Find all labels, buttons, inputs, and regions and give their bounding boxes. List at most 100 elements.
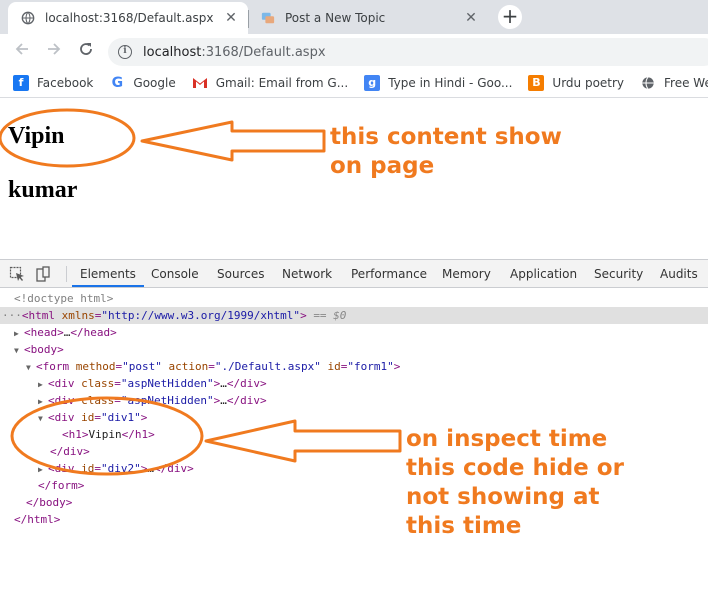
dom-node-doctype[interactable]: <!doctype html> xyxy=(0,290,708,307)
tab-post-topic[interactable]: Post a New Topic ✕ xyxy=(248,2,488,34)
annotation-top-line-1: this content show xyxy=(330,124,562,150)
inspect-element-icon[interactable] xyxy=(9,266,25,282)
site-info-icon[interactable]: i xyxy=(118,45,132,59)
dom-node-form[interactable]: ▼ <form method="post" action="./Default.a… xyxy=(0,358,708,375)
more-dots: ··· xyxy=(2,309,22,322)
url-text: localhost:3168/Default.aspx xyxy=(143,45,326,60)
tag-name: div xyxy=(54,462,75,475)
tab-security[interactable]: Security xyxy=(594,260,643,287)
ellipsis: … xyxy=(220,377,227,390)
tab-application[interactable]: Application xyxy=(510,260,577,287)
ellipsis: … xyxy=(220,394,227,407)
annotation-bottom-line-3: not showing at xyxy=(406,484,600,510)
blogger-icon: B xyxy=(528,74,545,91)
dom-node-div-hidden-1[interactable]: ▶ <div class="aspNetHidden">…</div> xyxy=(0,375,708,392)
bookmark-label: Urdu poetry xyxy=(552,75,625,90)
collapse-arrow-icon[interactable]: ▼ xyxy=(38,410,48,427)
globe-icon xyxy=(20,10,36,26)
attr-value: "form1" xyxy=(347,360,394,373)
attr-value: "./Default.aspx" xyxy=(214,360,321,373)
bookmark-google[interactable]: G Google xyxy=(109,75,176,91)
bookmark-label: Gmail: Email from G... xyxy=(215,75,349,90)
tag-name: h1 xyxy=(68,428,82,441)
tab-title: localhost:3168/Default.aspx xyxy=(45,11,214,25)
device-toolbar-icon[interactable] xyxy=(35,266,51,282)
close-tab-icon[interactable]: ✕ xyxy=(463,10,479,26)
annotation-bottom-line-2: this code hide or xyxy=(406,455,624,481)
dom-node-div-hidden-2[interactable]: ▶ <div class="aspNetHidden">…</div> xyxy=(0,392,708,409)
html-tag-name: html xyxy=(28,309,56,322)
back-arrow-icon[interactable] xyxy=(12,41,32,61)
tab-console[interactable]: Console xyxy=(151,260,199,287)
dom-node-html[interactable]: ···<html xmlns="http://www.w3.org/1999/x… xyxy=(0,307,708,324)
tab-audits[interactable]: Audits xyxy=(660,260,698,287)
bookmark-gmail[interactable]: Gmail: Email from G... xyxy=(192,75,348,91)
tag-name: div xyxy=(54,394,75,407)
ellipsis: … xyxy=(147,462,154,475)
toolbar-divider xyxy=(66,266,67,282)
expand-arrow-icon[interactable]: ▶ xyxy=(38,393,48,410)
attr-name: id xyxy=(81,411,95,424)
reload-icon[interactable] xyxy=(76,41,96,61)
expand-arrow-icon[interactable]: ▶ xyxy=(38,376,48,393)
bookmark-type-in-hindi[interactable]: g Type in Hindi - Goo... xyxy=(364,74,513,91)
attr-value: "div1" xyxy=(101,411,141,424)
attr-value: "aspNetHidden" xyxy=(120,377,214,390)
facebook-icon: f xyxy=(13,74,29,91)
tab-elements[interactable]: Elements xyxy=(72,260,144,287)
tab-sources[interactable]: Sources xyxy=(217,260,264,287)
tag-name: form xyxy=(51,479,78,492)
attr-name: method xyxy=(75,360,116,373)
attr-value: "div2" xyxy=(101,462,141,475)
globe-icon xyxy=(640,75,656,91)
collapse-arrow-icon[interactable]: ▼ xyxy=(14,342,24,359)
tab-memory[interactable]: Memory xyxy=(442,260,491,287)
tag-name: div xyxy=(240,394,260,407)
expand-arrow-icon[interactable]: ▶ xyxy=(14,325,24,342)
close-tab-icon[interactable]: ✕ xyxy=(223,10,239,26)
tab-network[interactable]: Network xyxy=(282,260,332,287)
attr-value: "aspNetHidden" xyxy=(120,394,214,407)
h1-text: Vipin xyxy=(88,428,122,441)
expand-arrow-icon[interactable]: ▶ xyxy=(38,461,48,478)
dom-node-div1[interactable]: ▼ <div id="div1"> xyxy=(0,409,708,426)
bookmark-free-website[interactable]: Free Website Ter xyxy=(640,75,708,91)
tag-name: div xyxy=(167,462,188,475)
heading-vipin: Vipin xyxy=(8,123,65,149)
dom-node-head[interactable]: ▶ <head>…</head> xyxy=(0,324,708,341)
attr-name: id xyxy=(81,462,95,475)
tag-name: body xyxy=(39,496,66,509)
annotation-bottom-line-4: this time xyxy=(406,513,522,539)
tag-name: h1 xyxy=(134,428,149,441)
annotation-bottom-line-1: on inspect time xyxy=(406,426,608,452)
selected-marker: == $0 xyxy=(313,309,347,322)
attr-name: xmlns xyxy=(61,309,95,322)
bookmark-facebook[interactable]: f Facebook xyxy=(13,74,94,91)
tab-performance[interactable]: Performance xyxy=(351,260,427,287)
tab-localhost[interactable]: localhost:3168/Default.aspx ✕ xyxy=(8,2,248,34)
dom-node-html-close[interactable]: </html> xyxy=(0,511,708,528)
new-tab-button[interactable]: + xyxy=(498,5,522,29)
url-path: :3168/Default.aspx xyxy=(201,44,326,60)
collapse-arrow-icon[interactable]: ▼ xyxy=(26,359,36,376)
bookmark-urdu-poetry[interactable]: B Urdu poetry xyxy=(528,74,625,91)
attr-name: action xyxy=(168,360,209,373)
tag-name: div xyxy=(63,445,84,458)
tag-name: body xyxy=(30,343,58,356)
bookmarks-bar: f Facebook G Google Gmail: Email from G.… xyxy=(0,68,708,98)
bookmark-label: Type in Hindi - Goo... xyxy=(388,75,513,90)
attr-value: "post" xyxy=(122,360,162,373)
heading-kumar: kumar xyxy=(8,177,78,203)
tag-name: div xyxy=(54,377,75,390)
dom-node-body-close[interactable]: </body> xyxy=(0,494,708,511)
browser-tab-strip: localhost:3168/Default.aspx ✕ Post a New… xyxy=(0,0,708,34)
annotation-top-line-2: on page xyxy=(330,153,435,179)
address-bar[interactable]: i localhost:3168/Default.aspx xyxy=(108,38,708,66)
tag-name: head xyxy=(30,326,58,339)
forward-arrow-icon[interactable] xyxy=(44,41,64,61)
bookmark-label: Facebook xyxy=(37,75,94,90)
google-input-icon: g xyxy=(364,74,381,91)
dom-node-body[interactable]: ▼ <body> xyxy=(0,341,708,358)
attr-name: class xyxy=(81,377,115,390)
tag-name: head xyxy=(83,326,111,339)
